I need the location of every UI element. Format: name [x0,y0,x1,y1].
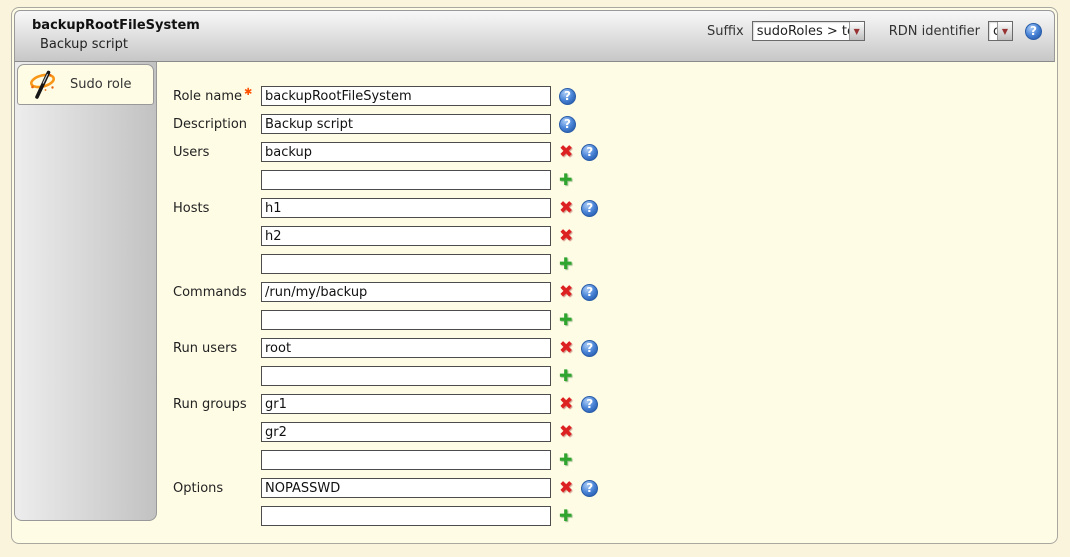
field-label-text: Hosts [173,201,209,216]
run-users-label: Run users [173,341,261,356]
field-label-text: Description [173,117,247,132]
delete-icon[interactable]: ✖ [559,480,573,497]
add-icon[interactable]: ✚ [559,256,572,272]
run-groups-label: Run groups [173,397,261,412]
run-users-input[interactable] [261,338,551,358]
title-bar: backupRootFileSystem Backup script Suffi… [14,10,1055,62]
run-users-row-2: ✚ [173,366,1057,386]
options-row-2: ✚ [173,506,1057,526]
add-icon[interactable]: ✚ [559,312,572,328]
help-icon[interactable]: ? [559,116,576,133]
add-icon[interactable]: ✚ [559,368,572,384]
users-input-2[interactable] [261,170,551,190]
help-icon[interactable]: ? [581,396,598,413]
add-icon[interactable]: ✚ [559,452,572,468]
run-groups-input-3[interactable] [261,450,551,470]
delete-icon[interactable]: ✖ [559,340,573,357]
run-groups-row: Run groups ✖? [173,394,1057,414]
content-area: Sudo role Role name✱?Description?Users✖?… [12,62,1057,534]
commands-row-2: ✚ [173,310,1057,330]
field-label-text: Commands [173,285,247,300]
suffix-label: Suffix [707,24,744,39]
help-icon[interactable]: ? [1025,23,1042,40]
field-label-text: Run groups [173,397,247,412]
hosts-input[interactable] [261,198,551,218]
delete-icon[interactable]: ✖ [559,200,573,217]
options-input-2[interactable] [261,506,551,526]
users-label: Users [173,145,261,160]
commands-row: Commands ✖? [173,282,1057,302]
field-label-text: Role name [173,89,242,104]
page-title: backupRootFileSystem [32,18,200,33]
run-groups-input-2[interactable] [261,422,551,442]
tab-sudo-role-label: Sudo role [70,77,131,92]
users-input[interactable] [261,142,551,162]
suffix-select[interactable]: sudoRoles > test > de ▼ [752,21,865,41]
help-icon[interactable]: ? [581,340,598,357]
run-groups-row-3: ✚ [173,450,1057,470]
tab-sudo-role[interactable]: Sudo role [17,64,154,105]
delete-icon[interactable]: ✖ [559,424,573,441]
role-name-input[interactable] [261,86,551,106]
rdn-identifier-select[interactable]: cn ▼ [988,21,1013,41]
chevron-down-icon: ▼ [997,22,1012,40]
rdn-identifier-label: RDN identifier [889,24,980,39]
hosts-row-3: ✚ [173,254,1057,274]
field-label-text: Options [173,481,223,496]
run-groups-input[interactable] [261,394,551,414]
hosts-row-2: ✖ [173,226,1057,246]
required-icon: ✱ [244,87,252,98]
help-icon[interactable]: ? [581,200,598,217]
field-label-text: Users [173,145,209,160]
commands-input[interactable] [261,282,551,302]
description-row: Description? [173,114,1057,134]
delete-icon[interactable]: ✖ [559,144,573,161]
wand-icon [29,70,59,100]
hosts-row: Hosts ✖? [173,198,1057,218]
delete-icon[interactable]: ✖ [559,284,573,301]
field-label-text: Run users [173,341,237,356]
users-row-2: ✚ [173,170,1057,190]
title-block: backupRootFileSystem Backup script [32,16,200,61]
sidebar: Sudo role [14,62,157,521]
users-row: Users ✖? [173,142,1057,162]
commands-input-2[interactable] [261,310,551,330]
help-icon[interactable]: ? [581,480,598,497]
add-icon[interactable]: ✚ [559,172,572,188]
run-groups-row-2: ✖ [173,422,1057,442]
delete-icon[interactable]: ✖ [559,228,573,245]
description-label: Description [173,117,261,132]
options-label: Options [173,481,261,496]
help-icon[interactable]: ? [581,144,598,161]
role-name-row: Role name✱? [173,86,1057,106]
options-input[interactable] [261,478,551,498]
suffix-select-value: sudoRoles > test > de [753,24,849,39]
hosts-label: Hosts [173,201,261,216]
options-row: Options ✖? [173,478,1057,498]
run-users-row: Run users ✖? [173,338,1057,358]
page-subtitle: Backup script [40,37,200,52]
hosts-input-3[interactable] [261,254,551,274]
hosts-input-2[interactable] [261,226,551,246]
header-controls: Suffix sudoRoles > test > de ▼ RDN ident… [707,20,1042,42]
main-container: backupRootFileSystem Backup script Suffi… [11,7,1058,544]
rdn-select-value: cn [989,24,997,39]
delete-icon[interactable]: ✖ [559,396,573,413]
chevron-down-icon: ▼ [849,22,864,40]
add-icon[interactable]: ✚ [559,508,572,524]
role-name-label: Role name✱ [173,89,261,104]
help-icon[interactable]: ? [581,284,598,301]
description-input[interactable] [261,114,551,134]
run-users-input-2[interactable] [261,366,551,386]
help-icon[interactable]: ? [559,88,576,105]
sudo-role-form: Role name✱?Description?Users✖?✚Hosts✖?✖✚… [157,62,1057,534]
commands-label: Commands [173,285,261,300]
